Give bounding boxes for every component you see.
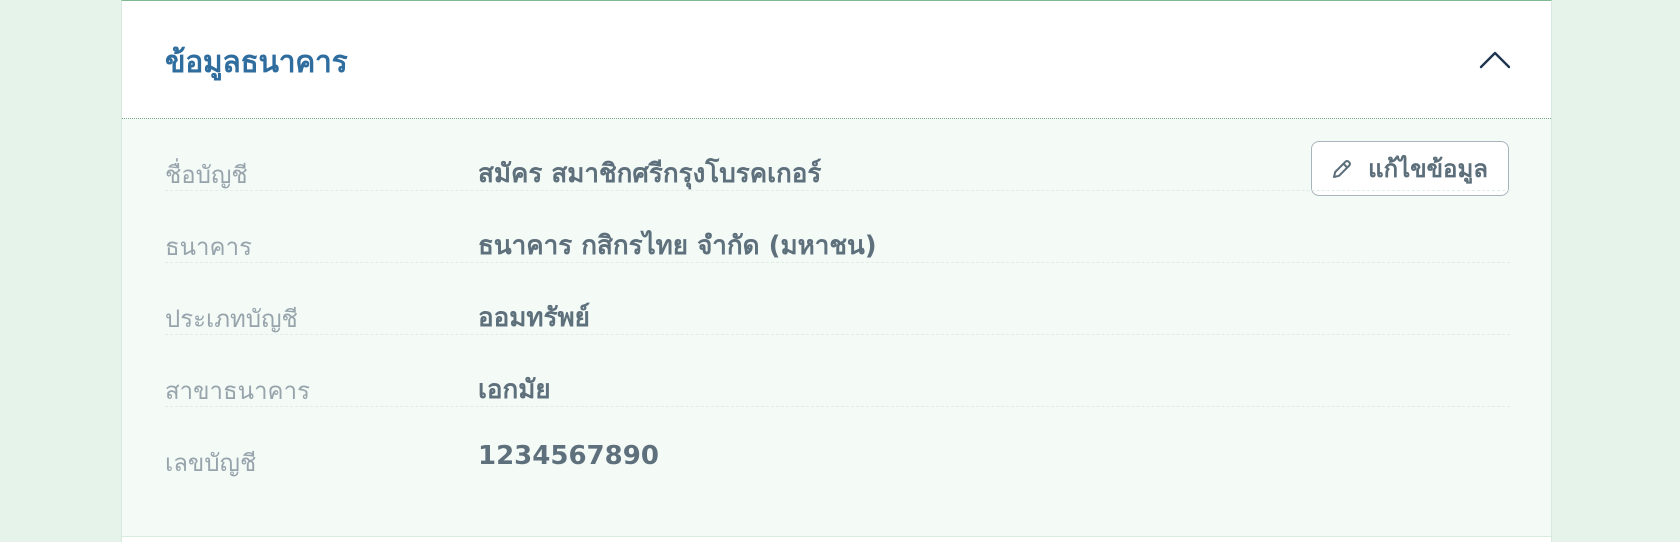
field-value: สมัคร สมาชิกศรีกรุงโบรคเกอร์ [478,159,822,189]
section-title: ข้อมูลธนาคาร [165,45,348,80]
field-label: สาขาธนาคาร [165,377,310,405]
field-value: เอกมัย [478,375,551,405]
bank-fields-list: ชื่อบัญชี สมัคร สมาชิกศรีกรุงโบรคเกอร์ ธ… [165,119,1510,479]
field-value: ธนาคาร กสิกรไทย จำกัด (มหาชน) [478,231,877,261]
field-label: ประเภทบัญชี [165,305,298,333]
field-row-account-number: เลขบัญชี 1234567890 [165,407,1510,479]
field-row-bank: ธนาคาร ธนาคาร กสิกรไทย จำกัด (มหาชน) [165,191,1510,263]
card-header: ข้อมูลธนาคาร [122,1,1551,119]
field-label: เลขบัญชี [165,449,257,477]
field-row-branch: สาขาธนาคาร เอกมัย [165,335,1510,407]
field-value: 1234567890 [478,441,659,471]
field-label: ชื่อบัญชี [165,161,248,189]
chevron-up-icon [1479,51,1511,69]
field-row-account-name: ชื่อบัญชี สมัคร สมาชิกศรีกรุงโบรคเกอร์ [165,119,1510,191]
field-label: ธนาคาร [165,233,252,261]
card-body: แก้ไขข้อมูล ชื่อบัญชี สมัคร สมาชิกศรีกรุ… [122,119,1551,537]
field-row-account-type: ประเภทบัญชี ออมทรัพย์ [165,263,1510,335]
bank-info-card: ข้อมูลธนาคาร แก้ไขข้อมูล ชื่อบัญชี สมัคร… [121,0,1552,542]
field-value: ออมทรัพย์ [478,303,590,333]
collapse-button[interactable] [1477,45,1513,73]
